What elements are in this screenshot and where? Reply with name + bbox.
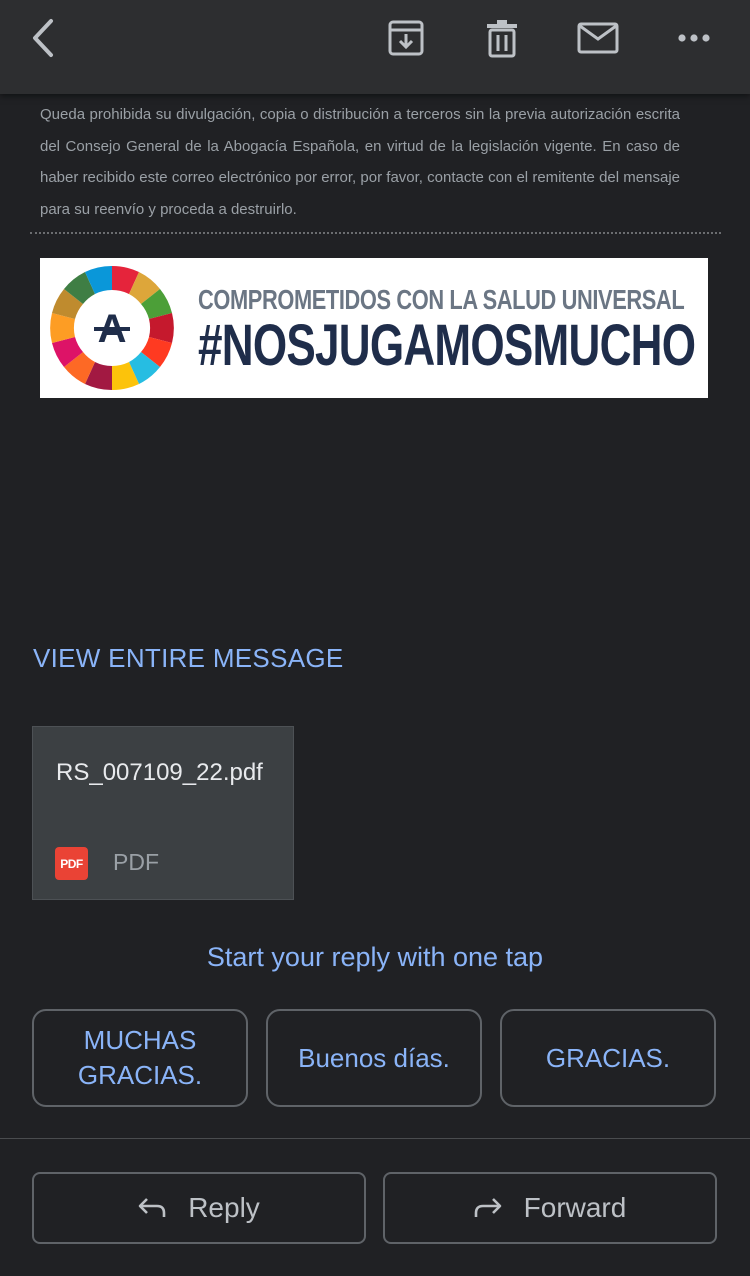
forward-label: Forward xyxy=(523,1192,627,1223)
pdf-icon: PDF xyxy=(55,847,88,880)
attachment-card[interactable]: RS_007109_22.pdf PDF PDF xyxy=(32,726,294,900)
view-entire-message-link[interactable]: VIEW ENTIRE MESSAGE xyxy=(33,643,344,674)
attachment-filename: RS_007109_22.pdf xyxy=(56,759,263,786)
mail-icon xyxy=(577,22,619,54)
campaign-banner: A COMPROMETIDOS CON LA SALUD UNIVERSAL #… xyxy=(40,258,708,398)
sdg-wheel-logo: A xyxy=(50,265,174,391)
delete-button[interactable] xyxy=(478,14,526,62)
reply-label: Reply xyxy=(188,1192,260,1223)
bottom-divider xyxy=(0,1138,750,1139)
reply-button[interactable]: Reply xyxy=(32,1172,366,1244)
forward-button[interactable]: Forward xyxy=(383,1172,717,1244)
arrow-back-icon xyxy=(33,19,53,57)
smart-reply-chip[interactable]: GRACIAS. xyxy=(500,1009,716,1107)
attachment-type: PDF xyxy=(113,849,159,875)
smart-reply-chip[interactable]: Buenos días. xyxy=(266,1009,482,1107)
dotted-divider xyxy=(30,232,721,234)
archive-icon xyxy=(388,20,424,56)
archive-button[interactable] xyxy=(382,14,430,62)
forward-icon xyxy=(474,1198,501,1217)
more-button[interactable] xyxy=(670,14,718,62)
trash-icon xyxy=(487,20,517,58)
banner-hashtag: #NOSJUGAMOSMUCHO xyxy=(198,313,696,378)
smart-reply-hint: Start your reply with one tap xyxy=(206,942,544,972)
more-horizontal-icon xyxy=(678,34,710,42)
legal-disclaimer: Queda prohibida su divulgación, copia o … xyxy=(40,106,680,218)
back-button[interactable] xyxy=(20,14,68,62)
reply-icon xyxy=(138,1198,166,1217)
mark-unread-button[interactable] xyxy=(574,14,622,62)
smart-reply-chip[interactable]: MUCHAS GRACIAS. xyxy=(32,1009,248,1107)
top-app-bar xyxy=(0,0,750,94)
